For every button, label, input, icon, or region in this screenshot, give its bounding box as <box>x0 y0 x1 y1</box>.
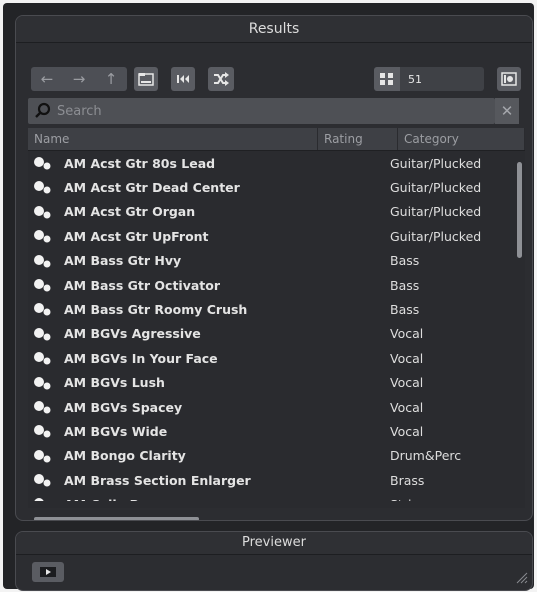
preset-icon <box>34 157 51 170</box>
table-row[interactable]: AM Brass Section Enlarger Brass <box>28 468 512 492</box>
preset-name: AM Bass Gtr Octivator <box>64 277 221 293</box>
previewer-panel: Previewer <box>15 531 533 591</box>
arrow-right-icon[interactable]: → <box>73 70 86 88</box>
preset-category: Bass <box>390 277 420 293</box>
results-panel: Results ← → ↑ 51 Search ✕ Name Rating Ca… <box>15 15 533 521</box>
preset-name: AM BGVs Wide <box>64 423 168 439</box>
results-settings-button[interactable] <box>497 67 521 91</box>
column-header-category[interactable]: Category <box>398 128 525 150</box>
table-row[interactable]: AM BGVs Lush Vocal <box>28 371 512 395</box>
results-table: Name Rating Category AM Acst Gtr 80s Lea… <box>28 128 525 520</box>
shuffle-icon <box>214 72 229 86</box>
arrow-up-icon[interactable]: ↑ <box>105 70 118 88</box>
shuffle-results-button[interactable] <box>208 67 234 91</box>
results-toolbar: ← → ↑ 51 <box>16 42 532 104</box>
results-list: AM Acst Gtr 80s Lead Guitar/Plucked AM Acs… <box>28 151 512 501</box>
preset-name: AM BGVs Agressive <box>64 326 201 342</box>
preset-name: AM Acst Gtr Organ <box>64 204 196 220</box>
preset-icon <box>34 498 44 501</box>
preset-name: AM BGVs Lush <box>64 375 165 391</box>
preset-name: AM Acst Gtr UpFront <box>64 228 209 244</box>
search-icon <box>35 102 51 118</box>
preset-icon <box>34 400 51 414</box>
results-count[interactable]: 51 <box>374 67 484 91</box>
preset-category: Vocal <box>390 399 424 415</box>
preset-icon <box>34 449 51 463</box>
table-row[interactable]: AM Bass Gtr Roomy Crush Bass <box>28 297 512 321</box>
preset-icon <box>34 303 51 316</box>
preset-category: Guitar/Plucked <box>390 180 482 196</box>
preset-category: Drum&Perc <box>390 448 462 464</box>
vertical-scrollbar[interactable] <box>516 152 524 494</box>
table-row[interactable]: AM BGVs Spacey Vocal <box>28 395 512 419</box>
preset-icon <box>34 352 51 365</box>
table-row[interactable]: AM Acst Gtr Organ Guitar/Plucked <box>28 200 512 224</box>
folder-icon <box>138 73 154 86</box>
close-icon: ✕ <box>500 102 514 120</box>
table-row[interactable]: AM Acst Gtr 80s Lead Guitar/Plucked <box>28 151 512 175</box>
previewer-play-button[interactable] <box>32 562 64 582</box>
preset-name: AM Bass Gtr Hvy <box>64 253 182 269</box>
vertical-scroll-thumb[interactable] <box>517 162 522 258</box>
preset-name: AM Brass Section Enlarger <box>64 472 251 488</box>
results-count-value: 51 <box>408 72 422 86</box>
horizontal-scrollbar[interactable] <box>28 514 512 520</box>
preset-category: Vocal <box>390 326 424 342</box>
filter-count-icon <box>374 67 400 91</box>
preset-icon <box>34 278 51 292</box>
preset-name: AM Acst Gtr 80s Lead <box>64 155 216 171</box>
table-row[interactable]: AM Cello Bow Strings <box>28 492 512 501</box>
preset-name: AM BGVs Spacey <box>64 399 183 415</box>
preset-icon <box>34 254 51 268</box>
table-row[interactable]: AM Bongo Clarity Drum&Perc <box>28 444 512 468</box>
search-field <box>28 98 495 124</box>
preset-category: Vocal <box>390 350 424 366</box>
preset-icon <box>34 230 51 243</box>
table-row[interactable]: AM BGVs In Your Face Vocal <box>28 346 512 370</box>
table-row[interactable]: AM BGVs Agressive Vocal <box>28 322 512 346</box>
previous-result-button[interactable] <box>171 67 195 91</box>
table-row[interactable]: AM Bass Gtr Hvy Bass <box>28 249 512 273</box>
clear-search-button[interactable]: ✕ <box>495 98 519 124</box>
previewer-title: Previewer <box>16 532 532 555</box>
arrow-left-icon[interactable]: ← <box>41 70 54 88</box>
preset-icon <box>34 474 51 487</box>
mediabay-window: Results ← → ↑ 51 Search ✕ Name Rating Ca… <box>3 3 534 591</box>
results-title: Results <box>16 16 532 43</box>
settings-icon <box>501 72 517 86</box>
preset-name: AM Acst Gtr Dead Center <box>64 180 240 196</box>
preset-name: AM Cello Bow <box>64 497 159 501</box>
column-header-name[interactable]: Name <box>28 128 318 150</box>
preset-category: Strings <box>390 497 434 501</box>
play-icon <box>40 567 56 577</box>
preset-category: Guitar/Plucked <box>390 155 482 171</box>
preset-category: Bass <box>390 253 420 269</box>
preset-icon <box>34 205 51 219</box>
skip-back-icon <box>177 75 189 83</box>
table-row[interactable]: AM Acst Gtr Dead Center Guitar/Plucked <box>28 175 512 199</box>
preset-name: AM Bass Gtr Roomy Crush <box>64 302 248 318</box>
preset-icon <box>34 425 51 438</box>
table-row[interactable]: AM Acst Gtr UpFront Guitar/Plucked <box>28 224 512 248</box>
preset-category: Guitar/Plucked <box>390 228 482 244</box>
preset-category: Bass <box>390 302 420 318</box>
table-row[interactable]: AM Bass Gtr Octivator Bass <box>28 273 512 297</box>
preset-category: Brass <box>390 472 425 488</box>
search-input[interactable] <box>53 103 495 119</box>
preset-category: Guitar/Plucked <box>390 204 482 220</box>
browse-containing-folder-button[interactable] <box>134 67 158 91</box>
resize-grip-icon[interactable] <box>514 570 528 584</box>
preset-name: AM BGVs In Your Face <box>64 350 218 366</box>
preset-icon <box>34 376 51 390</box>
table-row[interactable]: AM BGVs Wide Vocal <box>28 419 512 443</box>
table-header: Name Rating Category <box>28 128 525 151</box>
horizontal-scroll-thumb[interactable] <box>34 517 199 520</box>
preset-category: Vocal <box>390 423 424 439</box>
preset-icon <box>34 181 51 194</box>
column-header-rating[interactable]: Rating <box>318 128 398 150</box>
preset-name: AM Bongo Clarity <box>64 448 186 464</box>
preset-icon <box>34 327 51 341</box>
navigation-group: ← → ↑ <box>31 67 127 91</box>
preset-category: Vocal <box>390 375 424 391</box>
